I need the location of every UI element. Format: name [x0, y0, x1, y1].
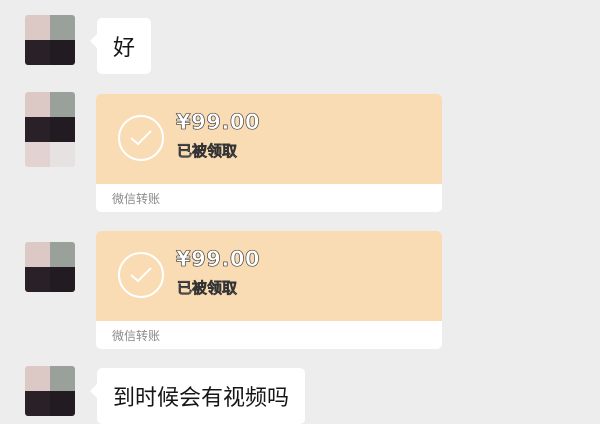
transfer-card-header: ¥99.00 已被领取	[96, 94, 442, 184]
transfer-label: 微信转账	[112, 329, 161, 343]
sender-avatar[interactable]	[25, 366, 75, 416]
message-bubble[interactable]: 到时候会有视频吗	[89, 368, 306, 424]
sender-avatar[interactable]	[25, 92, 75, 167]
checkmark-icon	[118, 252, 164, 298]
transfer-amount: ¥99.00	[176, 110, 261, 135]
sender-avatar[interactable]	[25, 242, 75, 292]
transfer-status: 已被领取	[177, 142, 238, 161]
message-text: 好	[113, 36, 136, 61]
message-bubble[interactable]: 好	[89, 18, 152, 74]
transfer-amount: ¥99.00	[176, 247, 261, 272]
checkmark-icon	[118, 115, 164, 161]
transfer-card-header: ¥99.00 已被领取	[96, 231, 442, 321]
sender-avatar[interactable]	[25, 15, 75, 65]
message-text: 到时候会有视频吗	[113, 386, 290, 411]
transfer-status: 已被领取	[177, 279, 238, 298]
wechat-transfer-card[interactable]: ¥99.00 已被领取 微信转账	[96, 94, 442, 212]
transfer-label: 微信转账	[112, 192, 161, 206]
wechat-transfer-card[interactable]: ¥99.00 已被领取 微信转账	[96, 231, 442, 349]
